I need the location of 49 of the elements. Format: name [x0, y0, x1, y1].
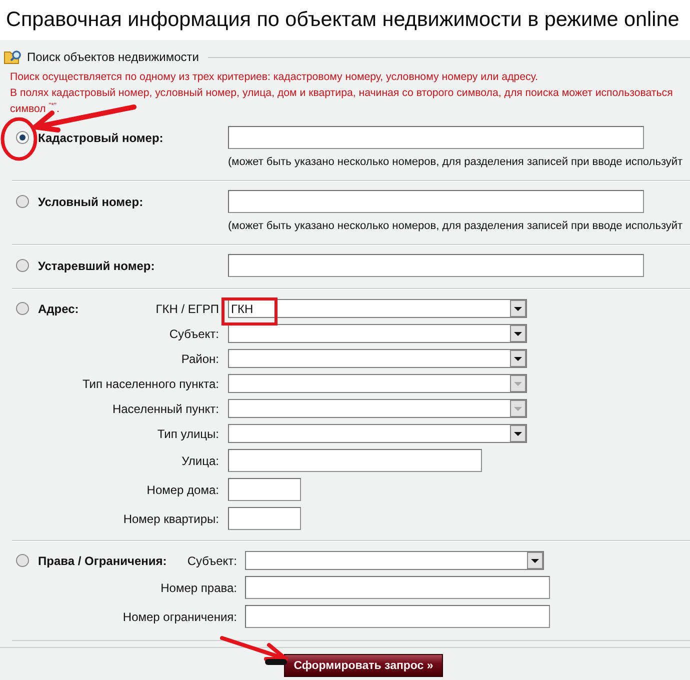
field-label: Номер дома:: [146, 482, 219, 496]
submit-button[interactable]: Сформировать запрос »: [284, 654, 443, 677]
dropdown[interactable]: ГКН: [228, 299, 527, 318]
field-label: Тип улицы:: [157, 426, 219, 440]
radio-button[interactable]: [16, 259, 29, 272]
field-label: Номер права:: [160, 580, 237, 594]
field-label: ГКН / ЕГРП: [156, 302, 219, 316]
input-field[interactable]: [245, 576, 550, 599]
dropdown[interactable]: [228, 349, 527, 368]
option-label: Условный номер:: [38, 194, 144, 208]
input-field[interactable]: [228, 126, 644, 149]
option-label: Адрес:: [38, 302, 79, 316]
instruction-text: Поиск осуществляется по одному из трех критериев: кадастровому номеру, условному номеру или адресу.: [10, 70, 539, 85]
dropdown[interactable]: [228, 374, 527, 393]
page-title: Справочная информация по объектам недвижимости в режиме online: [6, 8, 680, 32]
input-field[interactable]: [228, 507, 301, 530]
input-field[interactable]: [228, 190, 644, 213]
instruction-text: В полях кадастровый номер, условный номер, улица, дом и квартира, начиная со второго символа, для поиска может использоваться символ $^{"*"}$.: [10, 86, 674, 117]
option-label: Устаревший номер:: [38, 258, 156, 272]
option-label: Права / Ограничения:: [38, 554, 167, 568]
field-hint: (может быть указано несколько номеров, для разделения записей при вводе используйт: [228, 155, 684, 169]
input-field[interactable]: [245, 605, 550, 628]
option-label: Кадастровый номер:: [38, 130, 164, 144]
field-label: Субъект:: [187, 554, 237, 568]
field-label: Номер ограничения:: [122, 610, 237, 624]
dropdown[interactable]: [228, 424, 527, 443]
radio-button[interactable]: [16, 195, 29, 208]
field-label: Номер квартиры:: [123, 512, 219, 526]
field-label: Субъект:: [169, 326, 219, 340]
highlight-rectangle: [222, 298, 278, 326]
radio-button[interactable]: [16, 131, 29, 144]
circle-annotation: [0, 117, 38, 161]
field-label: Район:: [181, 352, 219, 366]
field-label: Улица:: [182, 454, 219, 468]
field-label: Населенный пункт:: [112, 402, 219, 416]
field-hint: (может быть указано несколько номеров, для разделения записей при вводе используйт: [228, 219, 684, 233]
radio-button[interactable]: [16, 554, 29, 567]
folder-magnifier-icon: [4, 49, 22, 65]
radio-button[interactable]: [16, 302, 29, 315]
marker-stroke: [265, 659, 287, 665]
arrow-annotation: [220, 636, 288, 661]
input-field[interactable]: [228, 254, 644, 277]
dropdown[interactable]: [228, 399, 527, 418]
input-field[interactable]: [228, 449, 482, 472]
field-label: Тип населенного пункта:: [82, 376, 219, 390]
fieldset-legend: Поиск объектов недвижимости: [27, 50, 200, 64]
dropdown[interactable]: [245, 551, 544, 570]
input-field[interactable]: [228, 478, 301, 501]
dropdown[interactable]: [228, 324, 527, 343]
